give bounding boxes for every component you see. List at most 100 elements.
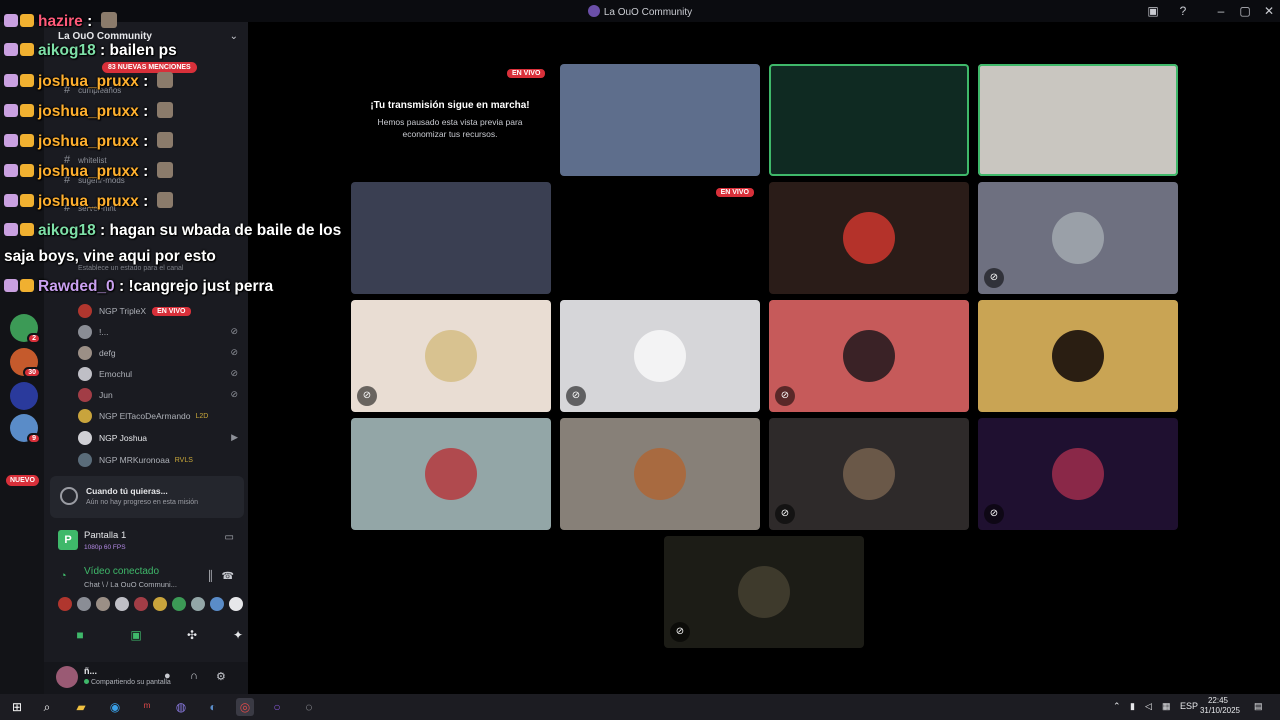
gear-icon[interactable]: ⚙ [216, 670, 226, 683]
network-icon[interactable]: ▦ [1162, 701, 1171, 712]
participant-tile[interactable] [351, 182, 551, 294]
user-status: Compartiendo su pantalla [84, 679, 171, 686]
voice-status[interactable]: Vídeo conectado [84, 566, 159, 577]
participant-tile[interactable]: ⊘ [978, 182, 1178, 294]
headphones-icon[interactable]: ∩ [190, 670, 198, 682]
voice-user[interactable]: Jun [78, 387, 113, 403]
activities-button[interactable]: ✣ [172, 624, 212, 646]
user-name[interactable]: ñ... [84, 666, 97, 676]
minimize-button[interactable]: – [1213, 3, 1229, 19]
server-icon-blue[interactable] [10, 382, 38, 410]
browser-icon[interactable]: ◉ [106, 698, 124, 716]
participant-avatar[interactable] [134, 597, 148, 611]
taskbar: ⊞ ⌕ ▰ ◉ ᵐ ◍ ◐ ◎ ○ ◌ ⌃ ▮ ◁ ▦ ESP 22:45 31… [0, 694, 1280, 720]
voice-user[interactable]: Emochul [78, 366, 132, 382]
volume-icon[interactable]: ◁ [1145, 701, 1152, 712]
participant-avatar[interactable] [115, 597, 129, 611]
voice-user[interactable]: NGP Joshua [78, 430, 147, 446]
tray-expand-icon[interactable]: ⌃ [1113, 701, 1121, 712]
avatar[interactable] [56, 666, 78, 688]
help-icon[interactable]: ? [1175, 3, 1191, 19]
quest-title: Cuando tú quieras... [86, 486, 168, 496]
voice-user[interactable]: defg [78, 345, 116, 361]
participant-avatar[interactable] [153, 597, 167, 611]
screen-thumbnail[interactable]: P [58, 530, 78, 550]
participant-tile[interactable]: ⊘ [351, 300, 551, 412]
voice-user[interactable]: NGP TripleX EN VIVO [78, 303, 191, 319]
noise-suppression-icon[interactable]: ║ [207, 571, 214, 582]
voice-user[interactable]: !... [78, 324, 108, 340]
camera-button[interactable]: ■ [60, 624, 100, 646]
stop-streaming-icon[interactable]: ▭ [225, 532, 234, 543]
avatar [425, 448, 477, 500]
participant-tile[interactable] [978, 64, 1178, 176]
app-icon[interactable]: ᵐ [138, 698, 156, 716]
clock-date[interactable]: 31/10/2025 [1200, 706, 1240, 715]
status-hint[interactable]: Establece un estado para el canal [78, 265, 183, 272]
disconnect-icon[interactable]: ☎ [222, 571, 234, 582]
participant-tile[interactable] [560, 418, 760, 530]
participant-avatar[interactable] [77, 597, 91, 611]
server-icon-light[interactable]: 9 [10, 414, 41, 444]
participant-tile[interactable] [978, 300, 1178, 412]
participant-tile[interactable]: ⊘ [769, 418, 969, 530]
language-indicator[interactable]: ESP [1180, 701, 1198, 711]
participant-avatar[interactable] [172, 597, 186, 611]
clock-time[interactable]: 22:45 [1208, 696, 1228, 705]
participant-avatar[interactable] [58, 597, 72, 611]
file-explorer-icon[interactable]: ▰ [72, 698, 90, 716]
participant-avatar[interactable] [210, 597, 224, 611]
channel-item[interactable]: # cumpleaños [64, 84, 121, 96]
chevron-down-icon[interactable]: ⌄ [230, 31, 238, 42]
maximize-button[interactable]: ▢ [1237, 3, 1253, 19]
mic-tray-icon[interactable]: ▮ [1130, 701, 1135, 712]
server-rail: 2 30 9 NUEVO [0, 22, 44, 694]
participant-tile[interactable] [560, 64, 760, 176]
participant-tile[interactable]: ⊘ [664, 536, 864, 648]
participant-tile[interactable]: EN VIVO [560, 182, 760, 294]
muted-icon: ⊘ [566, 386, 586, 406]
activity-tag: L2D [195, 412, 209, 420]
participant-tile[interactable]: ⊘ [560, 300, 760, 412]
avatar [843, 212, 895, 264]
app-icon[interactable]: ◍ [172, 698, 190, 716]
participant-avatar[interactable] [191, 597, 205, 611]
mentions-pill[interactable]: 83 NUEVAS MENCIONES [102, 62, 197, 73]
voice-user-name: Emochul [99, 369, 133, 379]
voice-user[interactable]: NGP ElTacoDeArmando L2D [78, 408, 208, 424]
channel-item[interactable]: # whitelist [64, 154, 107, 166]
search-icon[interactable]: ⌕ [38, 698, 56, 716]
signal-icon[interactable]: ◔ [60, 570, 67, 582]
muted-icon: ⊘ [230, 389, 238, 399]
nuevo-badge[interactable]: NUEVO [6, 475, 39, 486]
quest-card[interactable]: Cuando tú quieras... Aún no hay progreso… [50, 476, 244, 518]
muted-icon: ⊘ [775, 386, 795, 406]
voice-channel-path: Chat \ / La OuO Communi... [84, 580, 177, 589]
inbox-icon[interactable]: ▣ [1145, 3, 1161, 19]
participant-tile[interactable] [351, 418, 551, 530]
voice-user[interactable]: NGP MRKuronoaa RVLS [78, 452, 193, 468]
participant-tile[interactable] [769, 182, 969, 294]
notification-icon[interactable]: ▤ [1254, 701, 1263, 712]
channel-item[interactable]: # server-hint [64, 202, 116, 214]
server-name[interactable]: La OuO Community [58, 31, 152, 42]
app-icon[interactable]: ○ [268, 698, 286, 716]
channel-item[interactable]: # sugerir-mods [64, 174, 125, 186]
muted-icon: ⊘ [775, 504, 795, 524]
participant-tile[interactable] [769, 64, 969, 176]
close-button[interactable]: ✕ [1261, 3, 1277, 19]
app-icon-active[interactable]: ◎ [236, 698, 254, 716]
soundboard-button[interactable]: ✦ [228, 624, 248, 646]
server-icon-orange[interactable]: 30 [10, 348, 41, 378]
participant-tile[interactable]: ⊘ [769, 300, 969, 412]
share-screen-button[interactable]: ▣ [116, 624, 156, 646]
app-icon[interactable]: ◐ [204, 698, 222, 716]
server-icon-pepe[interactable]: 2 [10, 314, 41, 344]
microphone-icon[interactable]: ● [164, 670, 171, 682]
participant-avatar[interactable] [96, 597, 110, 611]
avatar [78, 453, 92, 467]
app-icon[interactable]: ◌ [300, 698, 318, 716]
participant-avatar[interactable] [229, 597, 243, 611]
start-icon[interactable]: ⊞ [8, 698, 26, 716]
participant-tile[interactable]: ⊘ [978, 418, 1178, 530]
